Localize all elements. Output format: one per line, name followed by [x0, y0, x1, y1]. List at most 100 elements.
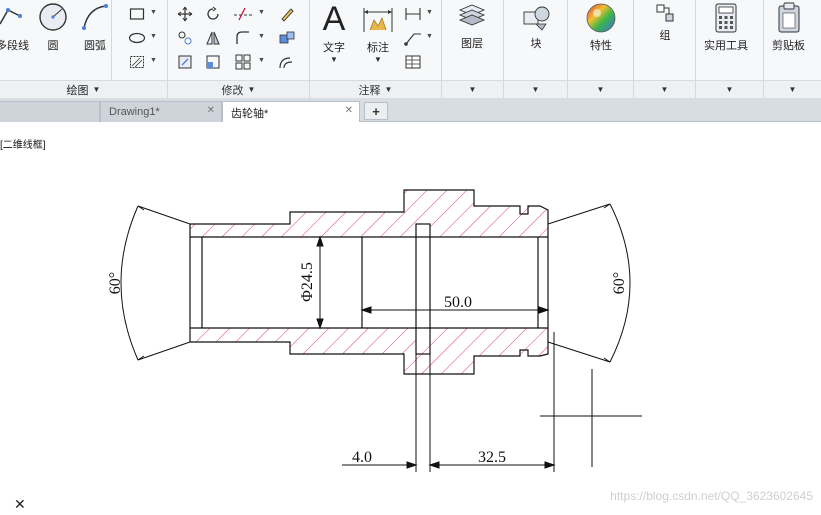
fillet-dropdown-icon[interactable]: ▼	[258, 33, 265, 40]
modify-panel-expand-icon: ▼	[247, 85, 256, 94]
group-icon	[656, 4, 674, 22]
modify-panel: ▼ ▼ ▼ 修改 ▼	[168, 0, 310, 98]
new-tab-button[interactable]: +	[364, 102, 388, 120]
copy-tool[interactable]	[174, 28, 196, 48]
hatch-icon	[130, 56, 144, 68]
tab-previous-file[interactable]	[0, 101, 100, 122]
array-icon	[235, 54, 251, 70]
scale-icon	[206, 55, 220, 69]
tab-gear-shaft-close-icon[interactable]: ✕	[345, 105, 353, 116]
circle-icon	[39, 3, 67, 31]
rotate-tool[interactable]	[202, 4, 224, 24]
drawing-svg: 60° 60° Φ24.5 50.0 4.0 32.5	[107, 189, 642, 472]
explode-icon	[279, 31, 295, 44]
mirror-icon	[206, 31, 220, 45]
copy-icon	[178, 31, 192, 45]
layers-button[interactable]: 图层	[456, 2, 488, 51]
dimension-icon	[363, 8, 393, 32]
hatch-dropdown-icon[interactable]: ▼	[150, 57, 157, 64]
modify-panel-footer[interactable]: 修改 ▼	[168, 80, 309, 98]
circle-button[interactable]: 圆	[36, 2, 70, 53]
block-panel: 块 ▼	[504, 0, 568, 98]
group-button[interactable]: 组	[654, 2, 676, 43]
leader-icon	[404, 33, 421, 46]
length-dim-right-label: 32.5	[478, 449, 506, 466]
properties-button[interactable]: 特性	[584, 2, 618, 53]
tab-gear-shaft[interactable]: 齿轮轴* ✕	[222, 101, 360, 123]
block-icon	[523, 6, 550, 31]
explode-tool[interactable]	[276, 28, 298, 48]
clipboard-icon	[778, 2, 799, 33]
annotation-panel: A 文字 ▼ 标注 ▼ ▼ ▼ 注释 ▼	[310, 0, 442, 98]
drawing-canvas[interactable]: [二维线框] 60° 60° Φ24.5 50.0 4.0 32.5 ✕ htt…	[0, 122, 821, 515]
arc-button[interactable]: 圆弧	[80, 2, 110, 53]
ellipse-icon	[128, 32, 146, 44]
polyline-icon	[0, 8, 22, 25]
trim-tool[interactable]	[232, 4, 254, 24]
offset-tool[interactable]	[276, 52, 298, 72]
rectangle-dropdown-icon[interactable]: ▼	[150, 9, 157, 16]
calculator-icon	[715, 3, 737, 33]
layers-panel-footer[interactable]: ▼	[442, 80, 503, 98]
dimension-dropdown-icon[interactable]: ▼	[374, 55, 382, 64]
scale-tool[interactable]	[202, 52, 224, 72]
stretch-icon	[178, 55, 192, 69]
clipboard-panel-footer[interactable]: ▼	[764, 80, 821, 98]
annotation-panel-expand-icon: ▼	[384, 85, 393, 94]
draw-panel-expand-icon: ▼	[92, 85, 101, 94]
linear-dim-tool[interactable]	[402, 4, 424, 24]
tab-drawing1[interactable]: Drawing1* ✕	[100, 101, 222, 122]
clipboard-button[interactable]: 剪贴板	[772, 2, 805, 53]
block-panel-footer[interactable]: ▼	[504, 80, 567, 98]
utilities-panel-footer[interactable]: ▼	[696, 80, 763, 98]
file-tab-bar: Drawing1* ✕ 齿轮轴* ✕ +	[0, 98, 821, 123]
length-dim-left-label: 4.0	[352, 449, 372, 466]
layers-icon	[458, 4, 486, 26]
groups-expand-icon: ▼	[660, 85, 669, 94]
table-tool[interactable]	[402, 52, 424, 72]
dimension-button[interactable]: 标注 ▼	[362, 2, 394, 64]
angle-right-label: 60°	[611, 272, 628, 294]
utilities-panel: 实用工具 ▼	[696, 0, 764, 98]
properties-panel-footer[interactable]: ▼	[568, 80, 633, 98]
fillet-tool[interactable]	[232, 28, 254, 48]
leader-dropdown-icon[interactable]: ▼	[426, 33, 433, 40]
pencil-icon	[281, 8, 294, 22]
clipboard-expand-icon: ▼	[788, 85, 797, 94]
fillet-icon	[236, 31, 249, 44]
table-icon	[405, 55, 421, 69]
trim-dropdown-icon[interactable]: ▼	[258, 9, 265, 16]
rotate-icon	[207, 6, 219, 20]
shaft-hatch	[190, 190, 548, 374]
hatch-tool[interactable]	[126, 52, 148, 72]
polyline-button[interactable]: 多段线	[0, 2, 29, 53]
annotation-panel-footer[interactable]: 注释 ▼	[310, 80, 441, 98]
array-dropdown-icon[interactable]: ▼	[258, 57, 265, 64]
stretch-tool[interactable]	[174, 52, 196, 72]
text-button[interactable]: A 文字 ▼	[318, 0, 350, 64]
move-icon	[177, 6, 193, 22]
move-tool[interactable]	[174, 4, 196, 24]
block-expand-icon: ▼	[531, 85, 540, 94]
leader-tool[interactable]	[402, 28, 424, 48]
watermark: https://blog.csdn.net/QQ_3623602645	[610, 489, 813, 503]
draw-panel-footer[interactable]: 绘图 ▼	[0, 80, 168, 98]
ellipse-dropdown-icon[interactable]: ▼	[150, 33, 157, 40]
rectangle-icon	[129, 8, 145, 20]
properties-panel: 特性 ▼	[568, 0, 634, 98]
ellipse-tool[interactable]	[126, 28, 148, 48]
mirror-tool[interactable]	[202, 28, 224, 48]
linear-dim-icon	[405, 8, 421, 20]
ribbon: 多段线 圆 圆弧 ▼ ▼ ▼ 绘图 ▼ ▼ ▼ ▼ 修改 ▼ A 文字 ▼ 标注…	[0, 0, 821, 98]
rectangle-tool[interactable]	[126, 4, 148, 24]
block-button[interactable]: 块	[520, 2, 552, 51]
utilities-button[interactable]: 实用工具	[704, 2, 748, 53]
array-tool[interactable]	[232, 52, 254, 72]
length-dim-main-label: 50.0	[444, 294, 472, 311]
erase-tool[interactable]	[276, 4, 298, 24]
linear-dim-dropdown-icon[interactable]: ▼	[426, 9, 433, 16]
tab-drawing1-close-icon[interactable]: ✕	[207, 105, 215, 116]
clipboard-panel: 剪贴板 ▼	[764, 0, 821, 98]
text-dropdown-icon[interactable]: ▼	[330, 55, 338, 64]
groups-panel-footer[interactable]: ▼	[634, 80, 695, 98]
